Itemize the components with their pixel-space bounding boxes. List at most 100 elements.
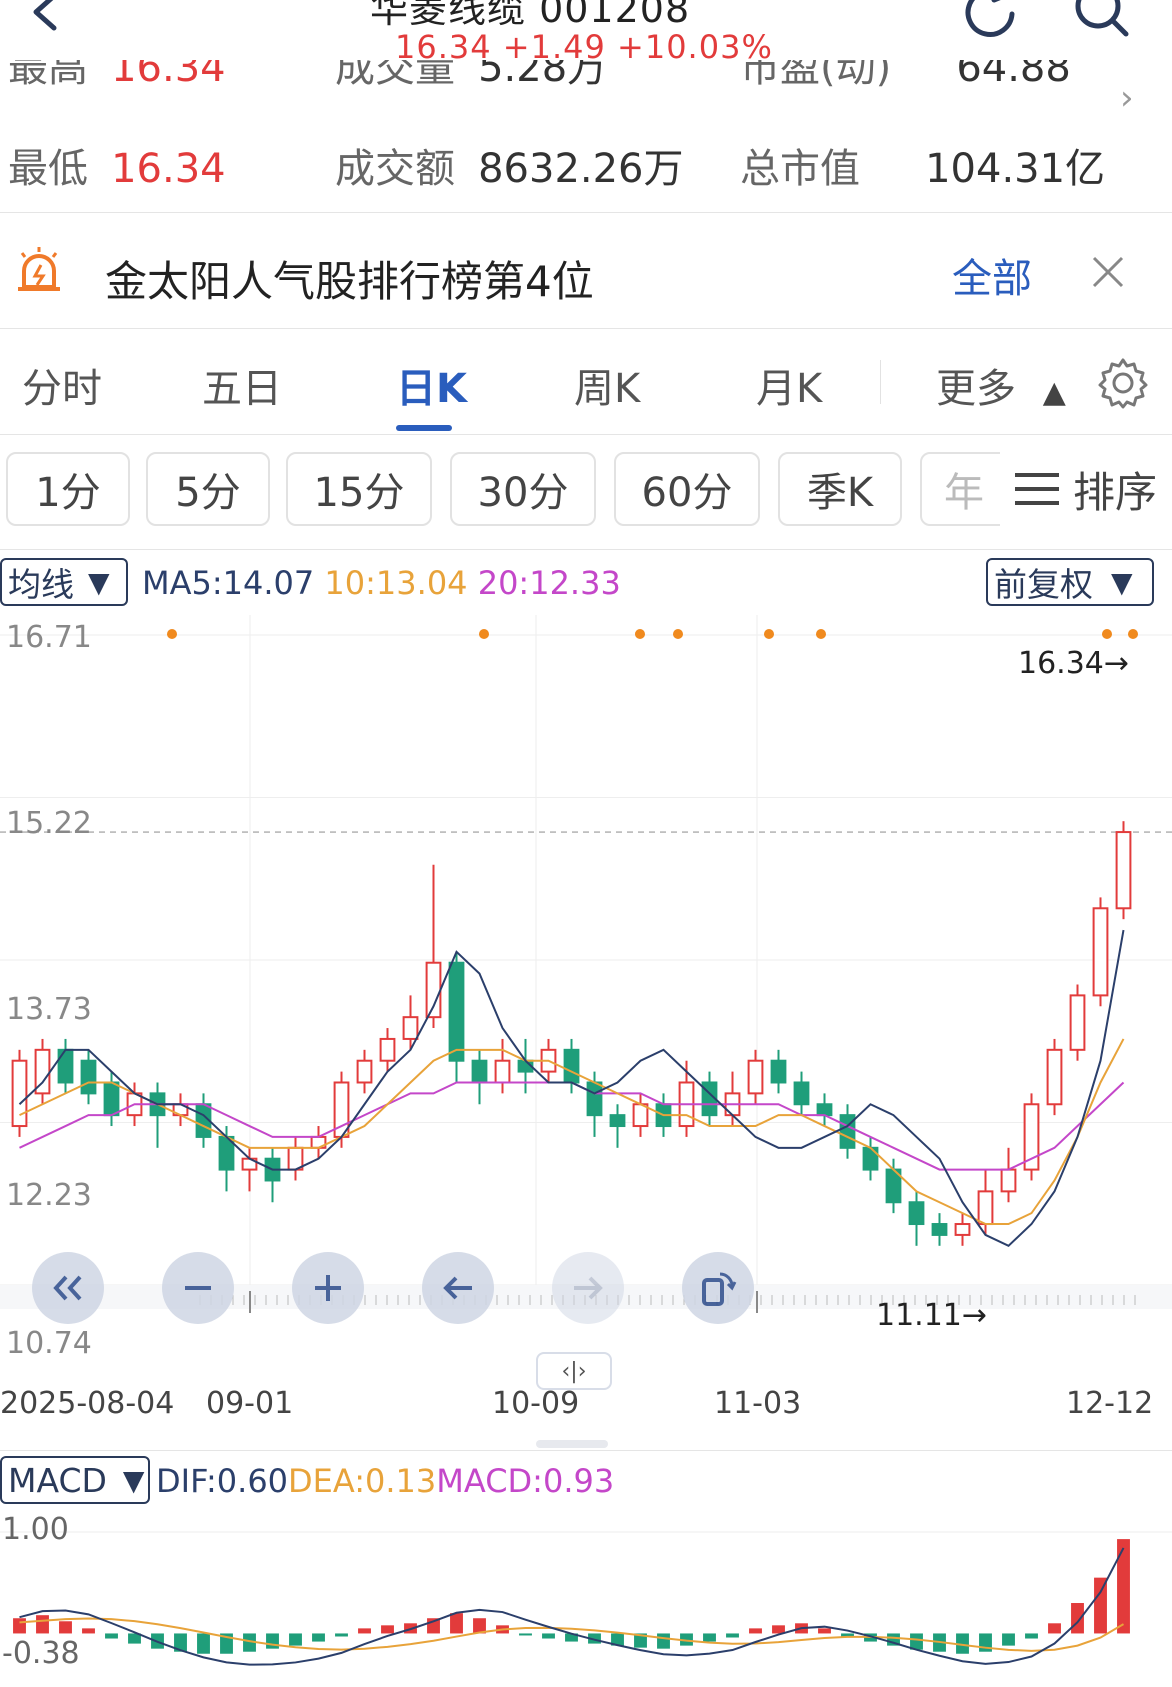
macd-histogram-bar	[197, 1633, 210, 1654]
ma-selector[interactable]: 均线 ▼	[0, 558, 128, 606]
macd-histogram-bar	[749, 1628, 762, 1634]
tab-monthly-k[interactable]: 月K	[756, 356, 822, 414]
ma20-line	[19, 1081, 1125, 1171]
candle-body	[1069, 994, 1086, 1051]
macd-histogram-bar	[1002, 1633, 1015, 1646]
stat-value: 8632.26万	[478, 146, 684, 192]
scroll-start-button[interactable]	[32, 1252, 104, 1324]
pan-right-button[interactable]	[552, 1252, 624, 1324]
candle-body	[563, 1048, 580, 1084]
tab-divider	[880, 360, 881, 404]
candlestick-chart[interactable]	[0, 615, 1172, 1355]
stat-value: 16.34	[111, 146, 226, 192]
macd-histogram-bar	[381, 1625, 394, 1634]
candle-body	[1092, 907, 1109, 997]
y-tick-label: 13.73	[6, 992, 92, 1027]
caret-down-icon: ▼	[88, 565, 110, 599]
search-icon[interactable]	[1070, 0, 1134, 44]
adjust-label: 前复权	[994, 565, 1093, 604]
candle-body	[586, 1081, 603, 1117]
candle-body	[1115, 831, 1132, 910]
candle-body	[80, 1059, 97, 1095]
macd-y-tick-label: -0.38	[2, 1636, 80, 1671]
candle-body	[448, 961, 465, 1062]
candle-body	[57, 1048, 74, 1084]
alarm-icon	[14, 245, 64, 295]
chip-5min[interactable]: 5分	[146, 452, 270, 526]
stat-value: 64.88	[956, 60, 1071, 91]
sort-label: 排序	[1072, 467, 1157, 517]
arrow-right-icon	[574, 1276, 603, 1300]
macd-chart[interactable]	[0, 1512, 1172, 1687]
candle-body	[793, 1081, 810, 1106]
candle-body	[747, 1059, 764, 1095]
macd-histogram-bar	[1117, 1539, 1130, 1634]
divider	[0, 549, 1172, 550]
high-annotation: 16.34→	[1018, 646, 1130, 681]
pan-left-button[interactable]	[422, 1252, 494, 1324]
event-marker	[816, 629, 826, 639]
macd-histogram-bar	[657, 1633, 670, 1649]
tab-more[interactable]: 更多 ▲	[936, 356, 1066, 414]
candle-body	[425, 961, 442, 1019]
macd-selector[interactable]: MACD ▼	[0, 1456, 150, 1504]
tab-intraday[interactable]: 分时	[22, 356, 102, 414]
divider	[0, 212, 1172, 213]
double-chevron-left-icon	[53, 1275, 82, 1301]
candle-body	[954, 1223, 971, 1236]
macd-histogram-bar	[910, 1633, 923, 1650]
sort-button[interactable]: 排序	[1000, 452, 1172, 526]
macd-histogram-bar	[542, 1633, 555, 1639]
y-tick-label: 12.23	[6, 1178, 92, 1213]
candle-body	[816, 1103, 833, 1117]
chip-quarter-k[interactable]: 季K	[778, 452, 902, 526]
ma-selector-label: 均线	[8, 565, 74, 604]
candle-body	[11, 1059, 28, 1128]
macd-histogram-bar	[266, 1633, 279, 1649]
stats-expand-icon[interactable]: ›	[1120, 78, 1134, 118]
tab-weekly-k[interactable]: 周K	[574, 356, 640, 414]
chip-1min[interactable]: 1分	[6, 452, 130, 526]
stat-label: 总市值	[740, 146, 860, 192]
divider	[0, 328, 1172, 329]
macd-histogram-bar	[1048, 1623, 1061, 1634]
zoom-in-button[interactable]	[292, 1252, 364, 1324]
arrow-left-icon	[443, 1276, 472, 1300]
range-slider-handle[interactable]: ‹|›	[536, 1352, 612, 1390]
candle-body	[908, 1201, 925, 1226]
chip-15min[interactable]: 15分	[286, 452, 432, 526]
candle-body	[356, 1059, 373, 1084]
x-tick-label: 11-03	[714, 1386, 802, 1421]
back-icon[interactable]	[20, 0, 70, 40]
adjust-selector[interactable]: 前复权 ▼	[986, 558, 1154, 606]
banner-text[interactable]: 金太阳人气股排行榜第4位	[105, 248, 594, 309]
active-tab-indicator	[396, 425, 452, 431]
macd-histogram-bar	[450, 1613, 463, 1634]
refresh-icon[interactable]	[960, 0, 1024, 44]
ma5-value: MA5:14.07	[142, 564, 315, 602]
macd-histogram-bar	[1071, 1603, 1084, 1634]
settings-icon[interactable]	[1096, 356, 1150, 410]
event-marker	[635, 629, 645, 639]
macd-values: DIF:0.60DEA:0.13MACD:0.93	[156, 1462, 614, 1500]
dif-value: DIF:0.60	[156, 1462, 289, 1500]
low-annotation: 11.11→	[876, 1298, 988, 1333]
macd-histogram-bar	[105, 1633, 118, 1639]
stat-market-cap: 总市值 104.31亿	[740, 136, 1105, 194]
candle-body	[402, 1016, 419, 1040]
banner-all-link[interactable]: 全部	[952, 246, 1032, 304]
rotate-icon	[702, 1272, 737, 1306]
divider	[0, 434, 1172, 435]
candle-body	[931, 1223, 948, 1236]
event-marker	[764, 629, 774, 639]
stat-value: 16.34	[111, 60, 226, 91]
chip-30min[interactable]: 30分	[450, 452, 596, 526]
chip-60min[interactable]: 60分	[614, 452, 760, 526]
rotate-screen-button[interactable]	[682, 1252, 754, 1324]
close-icon[interactable]	[1088, 252, 1128, 292]
event-marker	[1128, 629, 1138, 639]
tab-daily-k[interactable]: 日K	[396, 356, 467, 414]
tab-five-day[interactable]: 五日	[202, 356, 282, 414]
zoom-out-button[interactable]	[162, 1252, 234, 1324]
range-slider-bar[interactable]	[536, 1440, 608, 1448]
